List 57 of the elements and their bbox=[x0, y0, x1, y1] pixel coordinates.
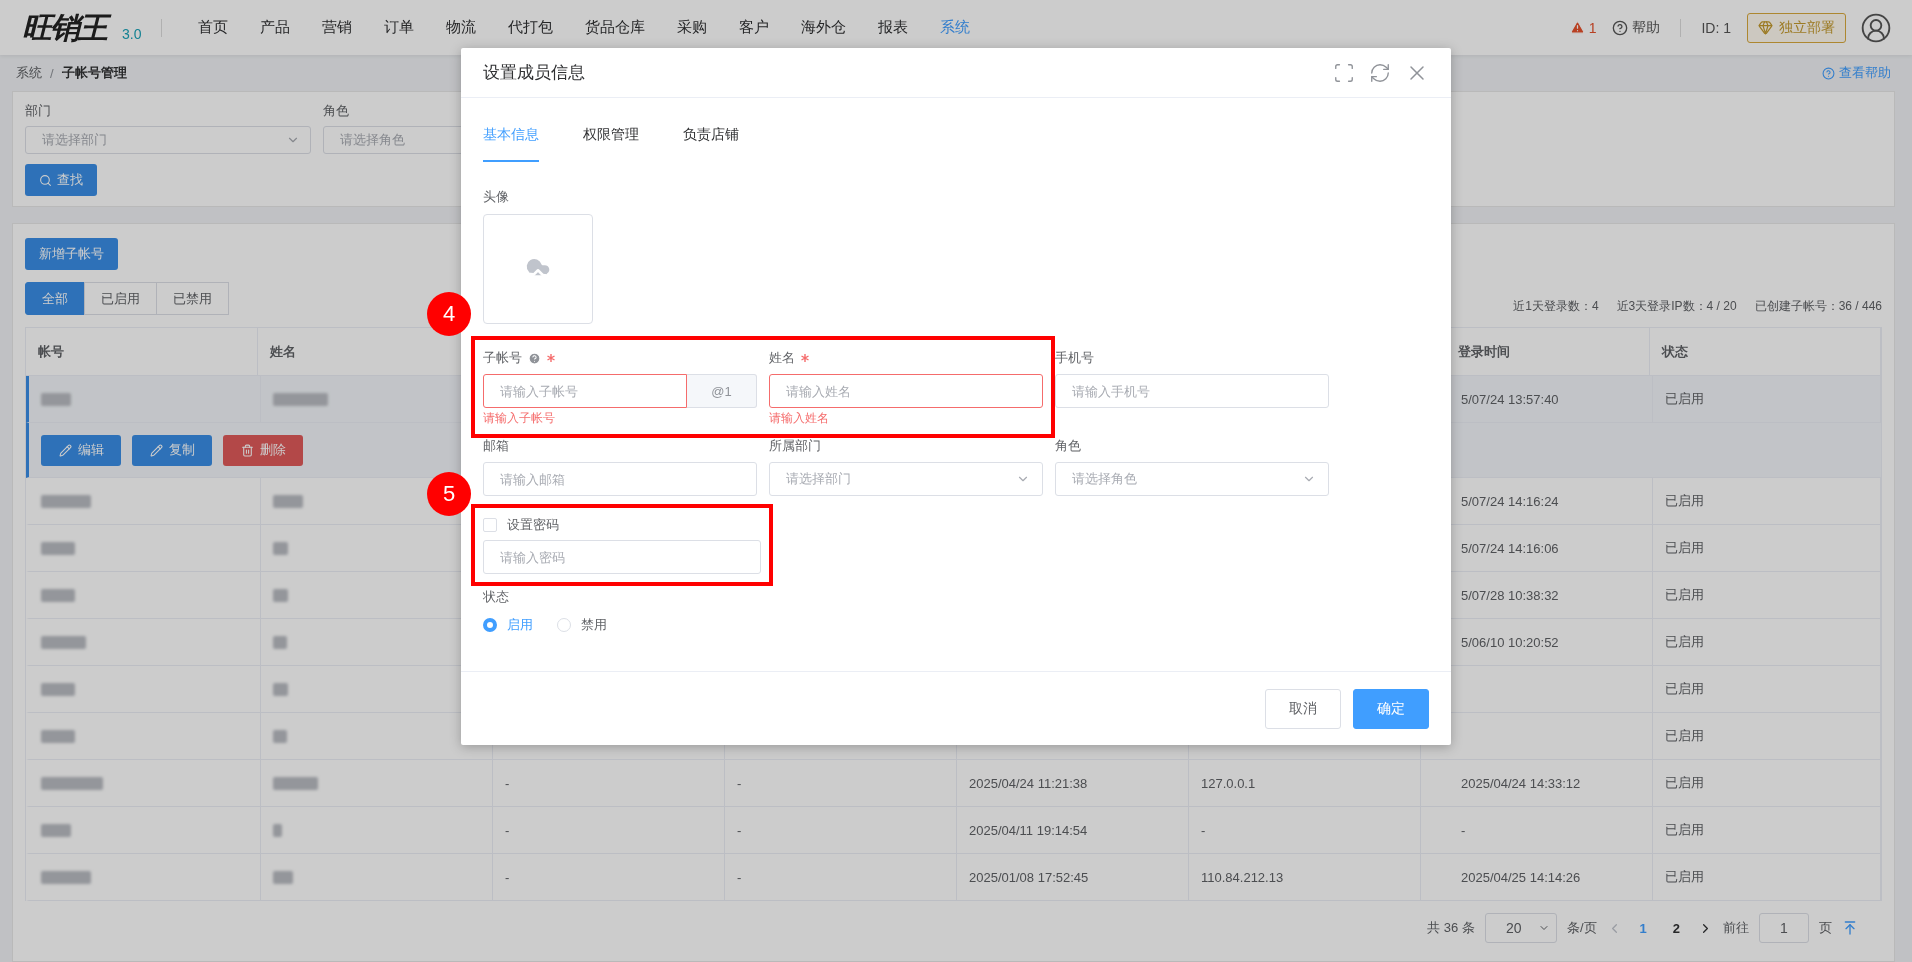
table-cell: 已启用 bbox=[1665, 821, 1704, 839]
field-label: 角色 bbox=[1055, 437, 1081, 455]
table-cell: 已启用 bbox=[1665, 774, 1704, 792]
stat-text: 近3天登录IP数：4 / 20 bbox=[1616, 298, 1737, 315]
page-size-label: 条/页 bbox=[1566, 919, 1597, 937]
error-message: 请输入姓名 bbox=[769, 410, 830, 426]
table-cell: 5/06/10 10:20:52 bbox=[1461, 634, 1559, 650]
table-cell: 2025/04/24 11:21:38 bbox=[969, 775, 1088, 791]
table-cell: - bbox=[1201, 822, 1206, 838]
filter-label: 部门 bbox=[25, 102, 52, 120]
table-cell: 2025/04/25 14:14:26 bbox=[1461, 869, 1581, 885]
table-cell: - bbox=[505, 869, 510, 885]
table-cell: - bbox=[737, 869, 742, 885]
goto-label: 前往 bbox=[1723, 919, 1749, 937]
breadcrumb-item: 子帐号管理 bbox=[61, 64, 127, 82]
table-cell: 已启用 bbox=[1665, 390, 1704, 408]
table-cell: 已启用 bbox=[1665, 868, 1704, 886]
field-label: 所属部门 bbox=[769, 437, 821, 455]
table-cell: - bbox=[505, 775, 510, 791]
table-cell: 5/07/24 14:16:06 bbox=[1461, 540, 1559, 556]
table-cell: 2025/04/11 19:14:54 bbox=[969, 822, 1088, 838]
logo: 旺销王 bbox=[20, 7, 114, 48]
table-cell: 110.84.212.13 bbox=[1201, 869, 1284, 885]
field-label: 姓名 bbox=[769, 349, 795, 367]
table-cell: - bbox=[737, 822, 742, 838]
error-message: 请输入子帐号 bbox=[483, 410, 556, 426]
stat-text: 近1天登录数：4 bbox=[1513, 298, 1599, 315]
table-cell: 127.0.0.1 bbox=[1201, 775, 1256, 791]
field-label: 手机号 bbox=[1055, 349, 1094, 367]
table-cell: 已启用 bbox=[1665, 586, 1704, 604]
field-label: 邮箱 bbox=[483, 437, 509, 455]
dialog-title: 设置成员信息 bbox=[483, 62, 585, 84]
version-label: 3.0 bbox=[122, 25, 142, 42]
table-cell: 5/07/28 10:38:32 bbox=[1461, 587, 1559, 603]
table-cell: - bbox=[505, 822, 510, 838]
table-cell: 已启用 bbox=[1665, 539, 1704, 557]
table-cell: 已启用 bbox=[1665, 727, 1704, 745]
field-label: 头像 bbox=[483, 189, 509, 204]
filter-label: 角色 bbox=[323, 102, 350, 120]
column-header: 状态 bbox=[1650, 328, 1881, 375]
table-cell: - bbox=[737, 775, 742, 791]
table-cell: 已启用 bbox=[1665, 680, 1704, 698]
field-label: 状态 bbox=[483, 589, 509, 604]
account-id: ID: 1 bbox=[1701, 19, 1731, 36]
domain-suffix: @1 bbox=[687, 374, 757, 408]
table-cell: 2025/04/24 14:33:12 bbox=[1461, 775, 1581, 791]
stat-text: 已创建子帐号：36 / 446 bbox=[1754, 298, 1882, 315]
table-cell: 5/07/24 14:16:24 bbox=[1461, 493, 1559, 509]
page-label: 页 bbox=[1819, 919, 1832, 937]
table-cell: - bbox=[1461, 822, 1466, 838]
table-cell: 已启用 bbox=[1665, 492, 1704, 510]
column-header: 帐号 bbox=[26, 328, 258, 375]
table-cell: 5/07/24 13:57:40 bbox=[1461, 391, 1559, 407]
table-cell: 2025/01/08 17:52:45 bbox=[969, 869, 1089, 885]
total-count: 共 36 条 bbox=[1427, 919, 1475, 937]
table-cell: 已启用 bbox=[1665, 633, 1704, 651]
breadcrumb-separator: / bbox=[50, 65, 54, 81]
